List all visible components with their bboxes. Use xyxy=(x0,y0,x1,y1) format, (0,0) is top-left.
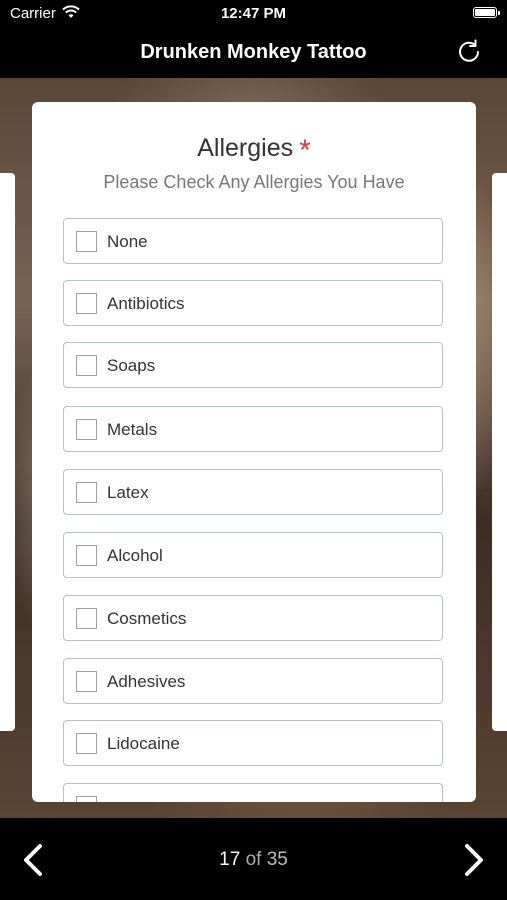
option-label: Metals xyxy=(107,420,158,439)
app-title: Drunken Monkey Tattoo xyxy=(140,41,367,63)
checkbox[interactable] xyxy=(76,355,97,376)
current-page: 17 xyxy=(219,849,241,870)
next-card-peek xyxy=(492,173,507,731)
option-label: Alcohol xyxy=(107,546,163,565)
checkbox[interactable] xyxy=(76,482,97,503)
page-of-label: of xyxy=(245,849,262,870)
option-metals[interactable]: Metals xyxy=(63,406,443,452)
question-title: Allergies * xyxy=(32,130,476,167)
required-asterisk: * xyxy=(299,134,311,167)
option-label: Cosmetics xyxy=(107,609,187,628)
status-time: 12:47 PM xyxy=(220,5,287,22)
checkbox[interactable] xyxy=(76,419,97,440)
option-label: Soaps xyxy=(107,356,156,375)
option-lidocaine[interactable]: Lidocaine xyxy=(63,720,443,766)
option-label: Lidocaine xyxy=(107,734,180,753)
status-bar: Carrier 12:47 PM xyxy=(0,0,507,28)
checkbox[interactable] xyxy=(76,796,97,802)
question-title-text: Allergies xyxy=(197,134,294,162)
checkbox[interactable] xyxy=(76,671,97,692)
option-label: None xyxy=(107,232,148,251)
page-indicator: 17 of 35 xyxy=(0,849,507,871)
checkbox[interactable] xyxy=(76,608,97,629)
option-soaps[interactable]: Soaps xyxy=(63,342,443,388)
option-none[interactable]: None xyxy=(63,218,443,264)
form-card: Allergies * Please Check Any Allergies Yo… xyxy=(32,102,476,802)
chevron-right-icon[interactable] xyxy=(455,840,491,880)
previous-card-peek xyxy=(0,173,15,731)
option-label: Antibiotics xyxy=(107,294,185,313)
battery-icon xyxy=(473,7,500,18)
checkbox[interactable] xyxy=(76,231,97,252)
checkbox[interactable] xyxy=(76,733,97,754)
option-latex[interactable]: Latex xyxy=(63,469,443,515)
option-adhesives[interactable]: Adhesives xyxy=(63,658,443,704)
option-label: Adhesives xyxy=(107,672,186,691)
question-subtitle: Please Check Any Allergies You Have xyxy=(103,172,405,192)
option-alcohol[interactable]: Alcohol xyxy=(63,532,443,578)
pager-bar: 17 of 35 xyxy=(0,818,507,900)
navigation-bar: Drunken Monkey Tattoo xyxy=(0,28,507,78)
option-cosmetics[interactable]: Cosmetics xyxy=(63,595,443,641)
refresh-icon[interactable] xyxy=(455,38,483,66)
background-photo: Allergies * Please Check Any Allergies Yo… xyxy=(0,78,507,818)
total-pages: 35 xyxy=(266,849,288,870)
checkbox[interactable] xyxy=(76,293,97,314)
checkbox[interactable] xyxy=(76,545,97,566)
option-partial-next[interactable] xyxy=(63,783,443,802)
option-label: Latex xyxy=(107,483,149,502)
option-antibiotics[interactable]: Antibiotics xyxy=(63,280,443,326)
